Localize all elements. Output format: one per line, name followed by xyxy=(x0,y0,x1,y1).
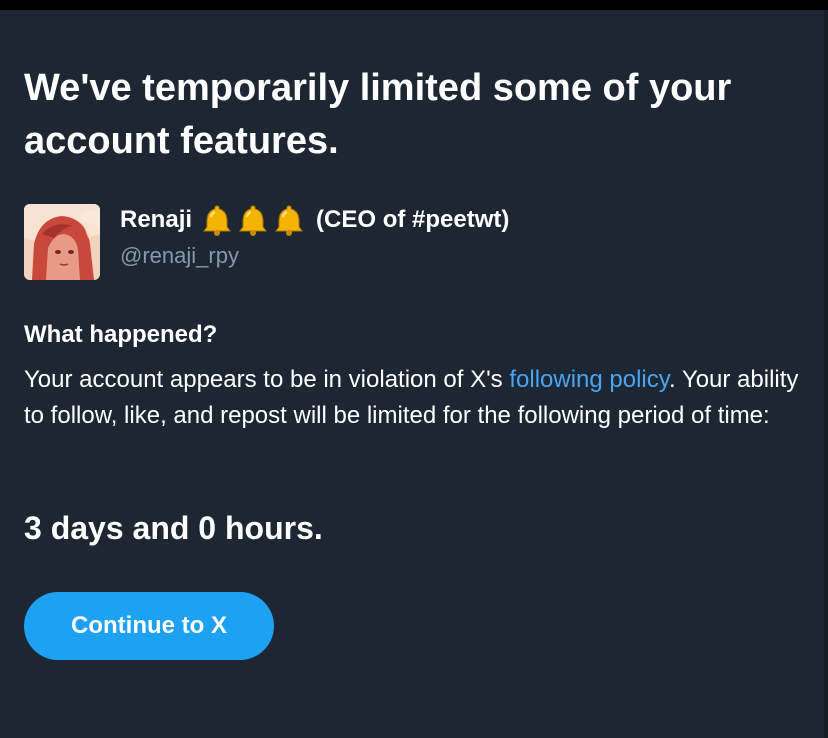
bell-icon xyxy=(236,203,270,237)
top-status-bar xyxy=(0,0,828,10)
display-name-suffix: (CEO of #peetwt) xyxy=(316,206,510,233)
section-heading: What happened? xyxy=(24,321,218,348)
following-policy-link[interactable]: following policy xyxy=(509,366,669,393)
user-display-name[interactable]: Renaji (CEO of #peetwt) xyxy=(120,202,509,238)
violation-message: Your account appears to be in violation … xyxy=(24,362,814,434)
continue-button[interactable]: Continue to X xyxy=(24,592,274,660)
message-text-before: Your account appears to be in violation … xyxy=(24,366,510,393)
page-title: We've temporarily limited some of your a… xyxy=(24,67,732,162)
name-emoji-group xyxy=(200,203,306,237)
limit-duration: 3 days and 0 hours. xyxy=(24,510,323,546)
bell-icon xyxy=(272,203,306,237)
display-name-text: Renaji xyxy=(120,206,193,233)
anime-avatar-image xyxy=(24,204,100,280)
scroll-edge xyxy=(824,10,828,738)
user-handle[interactable]: @renaji_rpy xyxy=(120,240,239,272)
bell-icon xyxy=(200,203,234,237)
avatar[interactable] xyxy=(24,204,100,280)
